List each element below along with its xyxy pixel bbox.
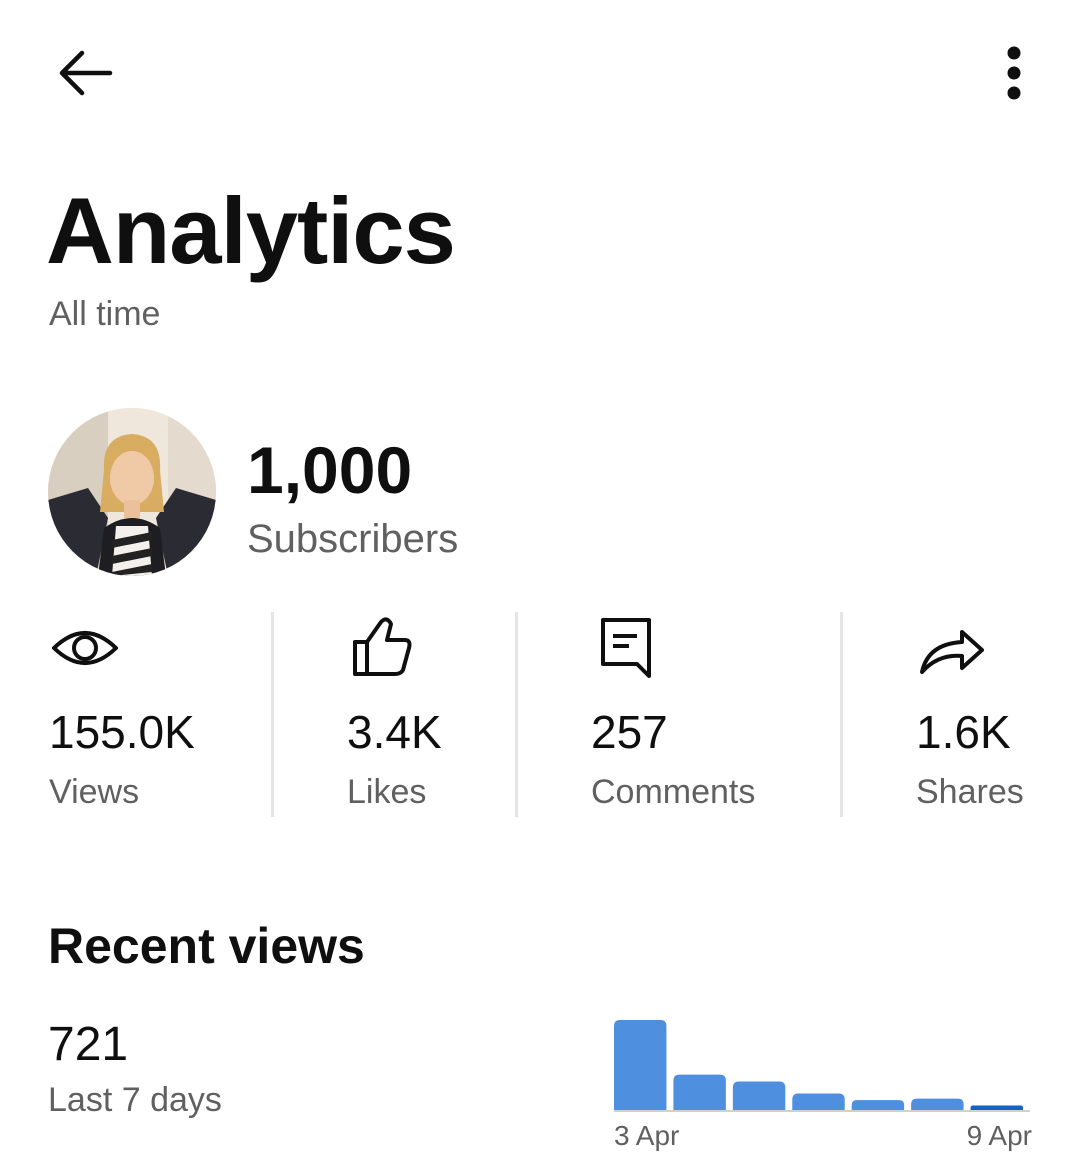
page-title: Analytics <box>46 178 456 283</box>
stat-label: Shares <box>916 773 1024 811</box>
avatar-photo <box>48 408 216 576</box>
eye-icon <box>52 631 118 665</box>
chart-bar-8-apr <box>911 1098 964 1110</box>
recent-views-title: Recent views <box>48 918 365 974</box>
stat-label: Comments <box>591 773 756 811</box>
stat-label: Views <box>49 773 140 811</box>
stat-label: Likes <box>347 773 427 811</box>
stat-divider <box>840 612 843 817</box>
stat-divider <box>515 612 518 817</box>
chart-tick-label-start: 3 Apr <box>614 1120 679 1151</box>
stat-value: 1.6K <box>916 706 1011 758</box>
period-label: All time <box>49 295 161 333</box>
thumbs-up-icon <box>353 617 412 676</box>
more-vert-icon <box>1007 46 1021 100</box>
subscribers-count: 1,000 <box>247 433 413 507</box>
channel-avatar[interactable] <box>48 408 216 576</box>
recent-views-period: Last 7 days <box>48 1081 222 1119</box>
stat-value: 257 <box>591 706 668 758</box>
stat-value: 155.0K <box>49 706 195 758</box>
chart-bar-9-apr <box>970 1105 1023 1110</box>
share-icon <box>920 630 984 674</box>
more-options-button[interactable] <box>984 38 1044 108</box>
back-button[interactable] <box>44 38 124 108</box>
chart-tick-label-end: 9 Apr <box>967 1120 1032 1151</box>
chart-bar-3-apr <box>614 1020 667 1110</box>
chart-bar-5-apr <box>732 1081 786 1110</box>
stats-row: 155.0K Views 3.4K Likes 257 Comments 1.6… <box>0 612 1080 817</box>
chart-bar-6-apr <box>792 1093 845 1110</box>
comment-icon <box>601 618 651 678</box>
recent-views-count: 721 <box>48 1018 129 1071</box>
subscribers-label: Subscribers <box>247 517 459 561</box>
chart-bar-4-apr <box>673 1074 726 1110</box>
chart-bar-7-apr <box>851 1100 905 1110</box>
arrow-left-icon <box>59 50 113 96</box>
analytics-screen: Analytics All time 1,000 Subscribers 155… <box>0 0 1080 1155</box>
stat-divider <box>271 612 274 817</box>
stat-value: 3.4K <box>347 706 442 758</box>
recent-views-chart[interactable]: 3 Apr 9 Apr <box>600 1000 1050 1155</box>
